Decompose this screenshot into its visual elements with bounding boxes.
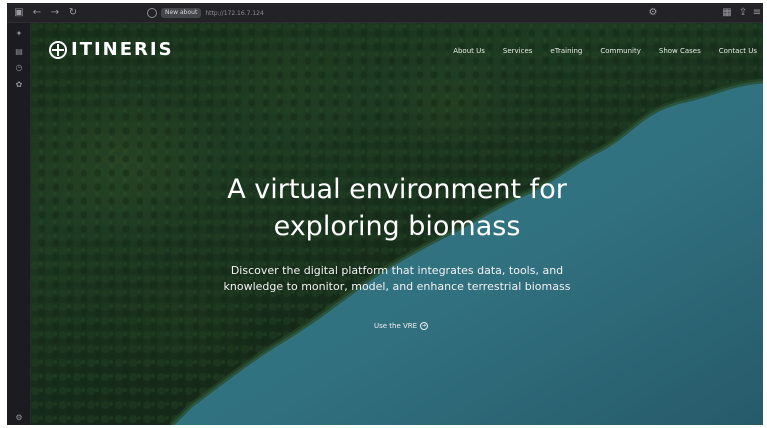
share-icon[interactable]: ⇪ [737,7,749,19]
nav-services[interactable]: Services [503,47,533,55]
address-bar[interactable]: New about http://172.16.7.124 [147,6,277,20]
cta-label: Use the VRE [374,322,418,330]
nav-contact-us[interactable]: Contact Us [719,47,757,55]
extension-icon[interactable]: ✿ [14,80,24,90]
logo-icon [49,40,67,59]
tab-icon[interactable]: ▤ [14,47,24,57]
main-navigation: About Us Services eTraining Community Sh… [453,47,757,55]
pin-icon[interactable]: ✦ [14,29,24,39]
hero-section: ITINERIS About Us Services eTraining Com… [31,23,763,425]
browser-sidebar: ✦ ▤ ◷ ✿ ⚙ [7,23,31,425]
browser-toolbar: ▣ ← → ↻ New about http://172.16.7.124 ⚙ … [7,3,763,23]
extensions-icon[interactable]: ▦ [721,7,733,19]
address-chip: New about [161,8,202,18]
forward-icon[interactable]: → [49,7,61,19]
sidebar-toggle-icon[interactable]: ▣ [13,7,25,19]
nav-show-cases[interactable]: Show Cases [659,47,701,55]
url-text[interactable]: http://172.16.7.124 [205,10,263,17]
back-icon[interactable]: ← [31,7,43,19]
logo-text: ITINERIS [71,39,174,60]
arrow-right-circle-icon: ➜ [420,322,429,330]
nav-community[interactable]: Community [600,47,641,55]
subtitle-line-1: Discover the digital platform that integ… [230,264,564,277]
reload-icon[interactable]: ↻ [67,7,79,19]
shield-icon [147,8,157,18]
subtitle-line-2: knowledge to monitor, model, and enhance… [223,280,571,293]
settings-gear-icon[interactable]: ⚙ [14,413,24,423]
hero-headline: A virtual environment for exploring biom… [31,171,763,245]
browser-window: ▣ ← → ↻ New about http://172.16.7.124 ⚙ … [7,3,763,425]
use-vre-button[interactable]: Use the VRE ➜ [374,322,429,330]
headline-line-1: A virtual environment for [227,174,567,205]
headline-line-2: exploring biomass [273,211,521,242]
menu-icon[interactable]: ≡ [751,7,763,19]
hero-subtitle: Discover the digital platform that integ… [31,263,763,295]
site-logo[interactable]: ITINERIS [49,39,174,60]
settings-icon[interactable]: ⚙ [647,7,659,19]
nav-etraining[interactable]: eTraining [550,47,582,55]
nav-about-us[interactable]: About Us [453,47,485,55]
history-icon[interactable]: ◷ [14,63,24,73]
